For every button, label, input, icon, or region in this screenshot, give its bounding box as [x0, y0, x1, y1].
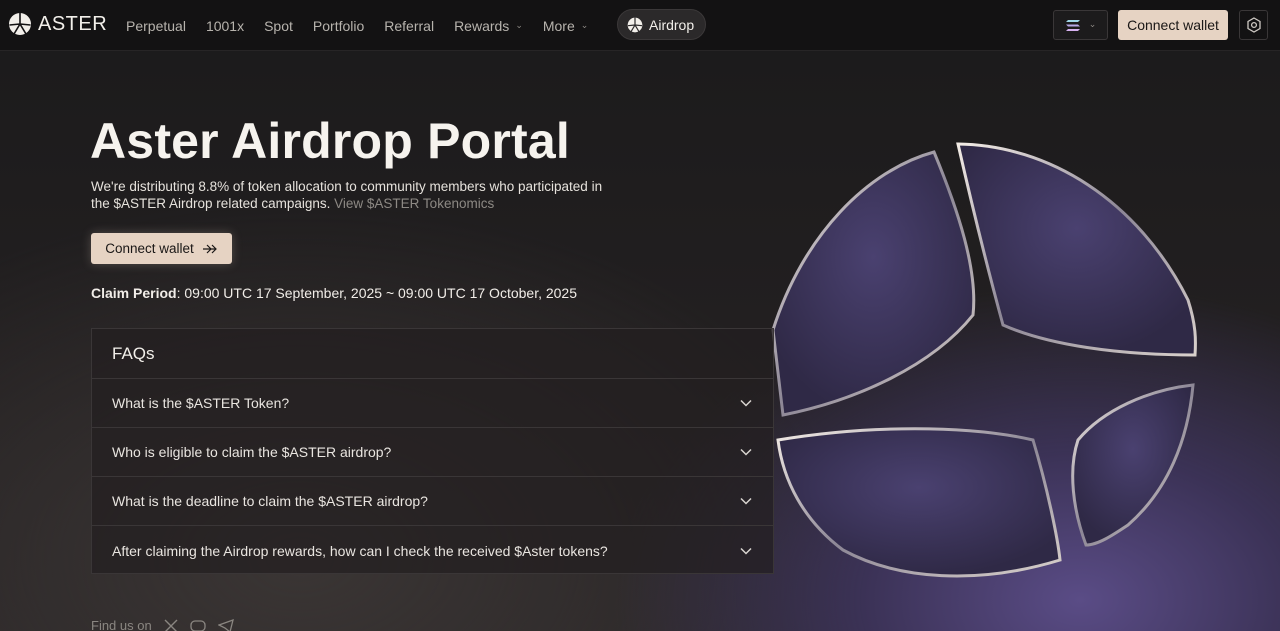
- faq-question: Who is eligible to claim the $ASTER aird…: [112, 444, 392, 460]
- nav-referral[interactable]: Referral: [384, 18, 434, 34]
- faq-question: After claiming the Airdrop rewards, how …: [112, 542, 608, 559]
- nav-airdrop-label: Airdrop: [649, 16, 695, 33]
- chevron-down-icon: [740, 497, 752, 505]
- faq-item[interactable]: What is the $ASTER Token?: [92, 379, 773, 428]
- aster-logo-icon: [627, 17, 643, 32]
- emblem-segment-top-left: [771, 150, 976, 417]
- tokenomics-link[interactable]: View $ASTER Tokenomics: [334, 196, 494, 211]
- chevron-down-icon: [740, 399, 752, 407]
- hero-connect-wallet-label: Connect wallet: [105, 241, 194, 256]
- nav-portfolio[interactable]: Portfolio: [313, 18, 364, 34]
- page-title: Aster Airdrop Portal: [90, 113, 571, 169]
- brand-name: ASTER: [38, 12, 108, 35]
- x-icon[interactable]: [164, 619, 178, 631]
- chevron-down-icon: [740, 547, 752, 555]
- nav-airdrop[interactable]: Airdrop: [617, 9, 706, 40]
- chevron-down-icon: ⌄: [515, 20, 523, 30]
- faq-item[interactable]: Who is eligible to claim the $ASTER aird…: [92, 428, 773, 477]
- nav-spot[interactable]: Spot: [264, 18, 293, 34]
- hero-description: We're distributing 8.8% of token allocat…: [91, 178, 611, 212]
- chevron-down-icon: [740, 448, 752, 456]
- telegram-icon[interactable]: [217, 618, 234, 631]
- faq-item[interactable]: What is the deadline to claim the $ASTER…: [92, 477, 773, 526]
- nav-rewards[interactable]: Rewards ⌄: [454, 18, 523, 34]
- nav-links: Perpetual 1001x Spot Portfolio Referral …: [126, 0, 608, 51]
- aster-emblem-illustration: [771, 142, 1197, 578]
- arrow-right-icon: [202, 244, 217, 253]
- connect-wallet-button[interactable]: Connect wallet: [1118, 10, 1228, 40]
- claim-period-label: Claim Period: [91, 285, 177, 301]
- emblem-segment-bottom-right: [1071, 383, 1195, 547]
- nav-rewards-label: Rewards: [454, 17, 510, 34]
- nav-1001x[interactable]: 1001x: [206, 18, 244, 34]
- brand-logo[interactable]: ASTER: [8, 12, 107, 36]
- discord-icon[interactable]: [190, 619, 206, 631]
- settings-icon: [1246, 17, 1261, 33]
- chevron-down-icon: ⌄: [1088, 20, 1097, 30]
- chevron-down-icon: ⌄: [580, 20, 589, 30]
- faq-panel: FAQs What is the $ASTER Token? Who is el…: [91, 328, 774, 574]
- faq-question: What is the $ASTER Token?: [112, 395, 290, 411]
- hero-connect-wallet-button[interactable]: Connect wallet: [91, 233, 232, 264]
- faq-question: What is the deadline to claim the $ASTER…: [112, 493, 428, 509]
- nav-more[interactable]: More ⌄: [543, 18, 588, 34]
- emblem-segment-bottom-left: [776, 427, 1062, 578]
- follow-label: Find us on: [91, 618, 152, 631]
- claim-period: Claim Period: 09:00 UTC 17 September, 20…: [91, 285, 577, 301]
- nav-more-label: More: [542, 17, 575, 34]
- claim-period-value: : 09:00 UTC 17 September, 2025 ~ 09:00 U…: [176, 285, 578, 301]
- settings-button[interactable]: [1239, 10, 1268, 40]
- faq-item[interactable]: After claiming the Airdrop rewards, how …: [92, 526, 773, 575]
- emblem-segment-top-right: [956, 142, 1197, 357]
- solana-icon: [1065, 19, 1080, 31]
- top-nav: ASTER Perpetual 1001x Spot Portfolio Ref…: [0, 0, 1280, 51]
- social-links: Find us on: [91, 618, 234, 631]
- aster-logo-icon: [9, 13, 31, 35]
- network-selector[interactable]: ⌄: [1053, 10, 1108, 40]
- faq-title: FAQs: [92, 329, 773, 379]
- nav-perpetual[interactable]: Perpetual: [126, 18, 186, 34]
